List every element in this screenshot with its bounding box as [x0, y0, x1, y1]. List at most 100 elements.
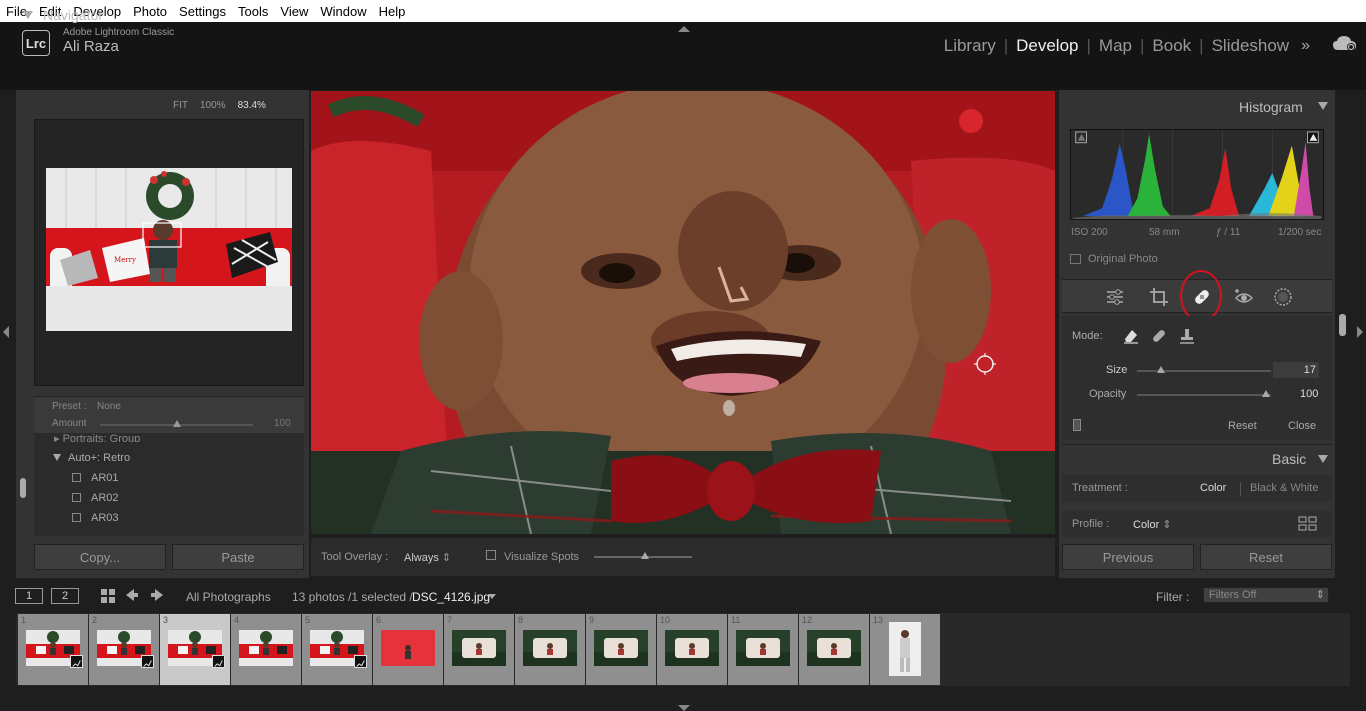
- secondary-window-button[interactable]: 2: [51, 588, 79, 604]
- collapse-triangle-icon[interactable]: [23, 11, 33, 19]
- original-photo-checkbox[interactable]: [1070, 254, 1081, 264]
- right-panel-toggle-icon[interactable]: [1357, 326, 1363, 338]
- bottom-panel-toggle-icon[interactable]: [678, 705, 690, 711]
- reset-button[interactable]: Reset: [1200, 544, 1332, 570]
- zoom-100[interactable]: 100%: [200, 100, 226, 111]
- crop-icon[interactable]: [1148, 286, 1170, 308]
- mode-label: Mode:: [1072, 330, 1103, 342]
- preset-item-ar02[interactable]: AR02: [91, 492, 119, 504]
- copy-button[interactable]: Copy...: [34, 544, 166, 570]
- amount-slider-thumb[interactable]: [173, 420, 181, 427]
- filmstrip-thumbnail[interactable]: 10: [657, 614, 727, 685]
- zoom-fit[interactable]: FIT: [173, 100, 188, 111]
- cloud-sync-icon[interactable]: [1332, 34, 1358, 52]
- main-photo-canvas[interactable]: [311, 91, 1055, 534]
- collapse-triangle-icon[interactable]: [1318, 455, 1328, 463]
- filmstrip-thumbnail[interactable]: 3: [160, 614, 230, 685]
- amount-value: 100: [274, 418, 291, 429]
- size-value[interactable]: 17: [1273, 362, 1319, 378]
- tool-overlay-select[interactable]: Always ⇕: [404, 551, 451, 564]
- preset-label: Preset :: [52, 401, 87, 412]
- module-book[interactable]: Book: [1144, 36, 1199, 56]
- develop-adjusted-badge-icon[interactable]: [141, 655, 154, 668]
- tool-overlay-value: Always: [404, 552, 439, 564]
- filmstrip-thumbnail[interactable]: 6: [373, 614, 443, 685]
- preset-item-ar03[interactable]: AR03: [91, 512, 119, 524]
- thumbnail-index: 6: [376, 615, 382, 625]
- left-panel-scrollbar[interactable]: [20, 478, 26, 498]
- filmstrip-thumbnail[interactable]: 2: [89, 614, 159, 685]
- masking-icon[interactable]: [1272, 286, 1294, 308]
- forward-arrow-icon[interactable]: [150, 588, 164, 602]
- thumbnail-index: 7: [447, 615, 453, 625]
- menu-help[interactable]: Help: [373, 4, 412, 19]
- file-dropdown-icon[interactable]: [488, 594, 496, 599]
- thumbnail-image: [452, 630, 506, 666]
- primary-window-button[interactable]: 1: [15, 588, 43, 604]
- filmstrip-thumbnail[interactable]: 4: [231, 614, 301, 685]
- filmstrip-thumbnail[interactable]: 9: [586, 614, 656, 685]
- navigator-thumbnail[interactable]: Merry: [46, 168, 292, 331]
- opacity-slider-track[interactable]: [1137, 394, 1271, 396]
- filmstrip-thumbnail[interactable]: 5: [302, 614, 372, 685]
- filmstrip-thumbnail[interactable]: 11: [728, 614, 798, 685]
- panel-switch-icon[interactable]: [1073, 419, 1081, 431]
- preset-item-ar01[interactable]: AR01: [91, 472, 119, 484]
- develop-adjusted-badge-icon[interactable]: [70, 655, 83, 668]
- filmstrip-thumbnail[interactable]: 13: [870, 614, 940, 685]
- histogram-focal: 58 mm: [1149, 227, 1180, 238]
- grid-view-icon[interactable]: [100, 588, 116, 604]
- opacity-slider-thumb[interactable]: [1262, 390, 1270, 397]
- preset-group-portraits-label: Portraits: Group: [62, 433, 141, 442]
- treatment-bw[interactable]: Black & White: [1250, 482, 1318, 494]
- treatment-color[interactable]: Color: [1200, 482, 1226, 494]
- right-panel-scrollbar[interactable]: [1339, 314, 1346, 336]
- module-library[interactable]: Library: [936, 36, 1004, 56]
- previous-button[interactable]: Previous: [1062, 544, 1194, 570]
- content-aware-remove-icon[interactable]: [1122, 327, 1140, 345]
- preset-icon: [72, 473, 81, 482]
- histogram-chart[interactable]: [1070, 129, 1324, 220]
- back-arrow-icon[interactable]: [125, 588, 139, 602]
- zoom-current[interactable]: 83.4%: [238, 100, 266, 111]
- opacity-value[interactable]: 100: [1300, 388, 1318, 400]
- filmstrip-thumbnail[interactable]: 1: [18, 614, 88, 685]
- paste-button[interactable]: Paste: [172, 544, 304, 570]
- photo-count: 13 photos /1 selected /: [292, 590, 413, 604]
- clone-stamp-icon[interactable]: [1178, 327, 1196, 345]
- expand-triangle-icon[interactable]: [53, 454, 61, 461]
- visualize-spots-checkbox[interactable]: [486, 550, 496, 560]
- filmstrip-thumbnail[interactable]: 12: [799, 614, 869, 685]
- source-label[interactable]: All Photographs: [186, 590, 271, 604]
- profile-select[interactable]: Color ⇕: [1133, 518, 1172, 531]
- size-slider-thumb[interactable]: [1157, 366, 1165, 373]
- filmstrip-file-name[interactable]: DSC_4126.jpg: [412, 590, 490, 604]
- module-develop[interactable]: Develop: [1008, 36, 1086, 56]
- module-slideshow[interactable]: Slideshow: [1204, 36, 1298, 56]
- heal-close-button[interactable]: Close: [1288, 420, 1316, 432]
- develop-adjusted-badge-icon[interactable]: [212, 655, 225, 668]
- more-modules-icon[interactable]: »: [1301, 37, 1310, 55]
- profile-browser-icon[interactable]: [1298, 516, 1318, 532]
- module-map[interactable]: Map: [1091, 36, 1140, 56]
- edit-sliders-icon[interactable]: [1104, 286, 1126, 308]
- filmstrip-thumbnail[interactable]: 8: [515, 614, 585, 685]
- heal-reset-button[interactable]: Reset: [1228, 420, 1257, 432]
- thumbnail-image: [239, 630, 293, 666]
- heal-mode-icon[interactable]: [1150, 327, 1168, 345]
- filter-select[interactable]: Filters Off ⇕: [1203, 587, 1329, 603]
- menu-window[interactable]: Window: [314, 4, 372, 19]
- thumbnail-image: [594, 630, 648, 666]
- top-panel-toggle-icon[interactable]: [678, 26, 690, 32]
- develop-adjusted-badge-icon[interactable]: [354, 655, 367, 668]
- visualize-threshold-thumb[interactable]: [641, 552, 649, 559]
- collapse-triangle-icon[interactable]: [1318, 102, 1328, 110]
- left-panel-toggle-icon[interactable]: [3, 326, 9, 338]
- basic-panel-title[interactable]: Basic: [1272, 451, 1306, 467]
- filmstrip-thumbnail[interactable]: 7: [444, 614, 514, 685]
- navigator-header[interactable]: Navigator: [18, 2, 304, 28]
- preset-group-retro[interactable]: Auto+: Retro: [68, 452, 130, 464]
- preset-group-portraits[interactable]: ▸ Portraits: Group: [54, 432, 140, 442]
- module-picker: Library | Develop | Map | Book | Slidesh…: [936, 36, 1310, 56]
- red-eye-icon[interactable]: [1233, 286, 1255, 308]
